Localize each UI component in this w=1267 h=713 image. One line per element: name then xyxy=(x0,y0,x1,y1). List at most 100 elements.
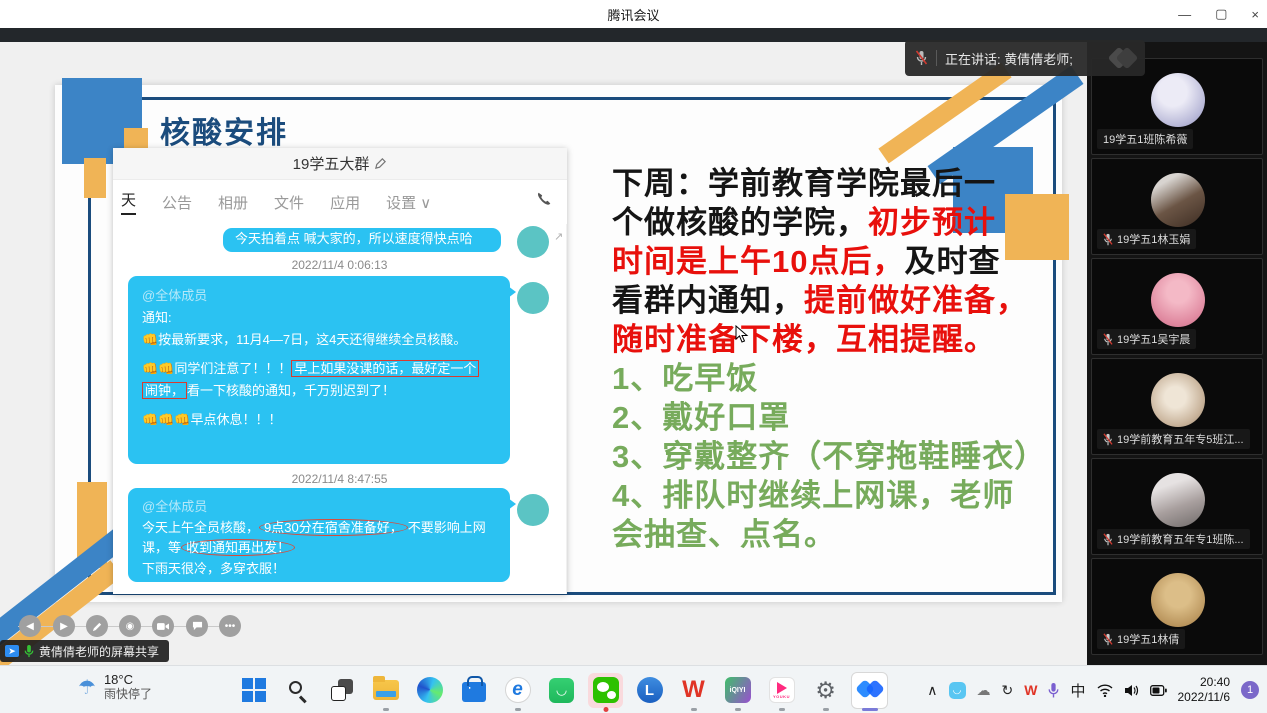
chat-bubble-notice: @全体成员 通知: 👊按最新要求，11月4—7日，这4天还得继续全员核酸。 👊👊… xyxy=(128,276,510,464)
taskbar-clock[interactable]: 20:40 2022/11/6 xyxy=(1178,675,1231,705)
camera-button[interactable] xyxy=(152,615,174,637)
ime-indicator[interactable]: 中 xyxy=(1070,680,1085,701)
participant-avatar xyxy=(1151,273,1205,327)
qq-tray-icon[interactable]: ◡ xyxy=(949,682,966,699)
file-explorer-button[interactable] xyxy=(372,677,399,704)
system-tray: ∧ ◡ ☁ ↻ W 中 20:40 2022/11/6 1 xyxy=(927,666,1259,713)
spotlight-button[interactable]: ◉ xyxy=(119,615,141,637)
notice-segment: 看群内通知， xyxy=(612,283,804,318)
mic-muted-icon xyxy=(1103,533,1113,546)
mic-muted-icon xyxy=(1103,633,1113,646)
chat-tab-bar: 天 公告 相册 文件 应用 设置 ∨ xyxy=(113,180,567,224)
wps-icon: W xyxy=(682,677,705,703)
notice-list-item: 会抽查、点名。 xyxy=(612,517,836,552)
previous-page-button[interactable]: ◀ xyxy=(19,615,41,637)
lenovo-app-button[interactable]: L xyxy=(636,677,663,704)
participant-avatar xyxy=(1151,473,1205,527)
notice-segment: 初步预计 xyxy=(868,205,996,240)
umbrella-icon: ☂ xyxy=(78,675,96,700)
mic-muted-icon xyxy=(1103,433,1113,446)
participant-tile[interactable]: 19学五1林倩 xyxy=(1091,558,1263,655)
sender-avatar xyxy=(517,282,549,314)
windows-logo-icon xyxy=(242,678,266,702)
more-button[interactable]: ••• xyxy=(219,615,241,637)
tencent-meeting-button[interactable] xyxy=(856,677,883,704)
speaking-indicator-banner: 正在讲话: 黄倩倩老师; xyxy=(905,40,1145,76)
annotate-pen-button[interactable] xyxy=(86,615,108,637)
message-line: 看一下核酸的通知，千万别迟到了！ xyxy=(187,383,395,398)
search-button[interactable] xyxy=(284,677,311,704)
participant-tile[interactable]: 19学前教育五年专1班陈... xyxy=(1091,458,1263,555)
chat-tab-apps: 应用 xyxy=(330,192,360,213)
red-annotation-box: 闹钟， xyxy=(142,382,187,399)
weather-temp: 18°C xyxy=(104,672,152,687)
e-browser-button[interactable]: e xyxy=(504,677,531,704)
participant-name: 19学前教育五年专5班江... xyxy=(1117,431,1244,447)
iqiyi-button[interactable]: iQIYI xyxy=(724,677,751,704)
participant-tile[interactable]: 19学五1吴宇晨 xyxy=(1091,258,1263,355)
bubble-tail xyxy=(508,498,516,510)
close-button[interactable]: × xyxy=(1251,7,1259,22)
participant-name: 19学五1林倩 xyxy=(1117,631,1179,647)
running-indicator xyxy=(691,708,697,711)
chat-message-area: 今天拍着点 喊大家的，所以速度得快点哈 ↗ 2022/11/4 0:06:13 … xyxy=(113,224,567,594)
notification-center-badge[interactable]: 1 xyxy=(1241,681,1259,699)
notice-list-item: 3、穿戴整齐（不穿拖鞋睡衣） xyxy=(612,439,1046,474)
participant-tile[interactable]: 19学五1林玉娟 xyxy=(1091,158,1263,255)
notice-segment: 下周：学前教育学院最后一 xyxy=(612,166,996,201)
chat-group-header: 19学五大群 xyxy=(113,148,567,180)
chat-tab-chat: 天 xyxy=(121,189,136,215)
voice-input-icon[interactable] xyxy=(1048,683,1059,698)
red-annotation-ellipse: 收到通知再出发！ xyxy=(181,539,295,556)
e-browser-icon: e xyxy=(505,677,531,703)
wechat-button[interactable] xyxy=(592,677,619,704)
wifi-icon[interactable] xyxy=(1097,684,1113,697)
mention-all: @全体成员 xyxy=(142,499,207,514)
minimize-button[interactable]: — xyxy=(1178,7,1191,22)
red-annotation-box: 早上如果没课的话，最好定一个 xyxy=(291,360,479,377)
chat-button[interactable] xyxy=(186,615,208,637)
taskbar-app-icons: e ◡ L W iQIYI YOUKU ⚙ xyxy=(240,666,883,713)
taskbar-weather-widget[interactable]: ☂ 18°C 雨快停了 xyxy=(78,672,152,702)
wps-tray-icon[interactable]: W xyxy=(1024,682,1037,698)
wps-button[interactable]: W xyxy=(680,677,707,704)
task-view-button[interactable] xyxy=(328,677,355,704)
next-page-button[interactable]: ▶ xyxy=(53,615,75,637)
chat-timestamp: 2022/11/4 8:47:55 xyxy=(113,472,566,486)
running-indicator xyxy=(823,708,829,711)
participant-tile[interactable]: 19学前教育五年专5班江... xyxy=(1091,358,1263,455)
tencent-meeting-icon xyxy=(858,680,882,700)
microsoft-store-button[interactable] xyxy=(460,677,487,704)
bubble-tail xyxy=(508,286,516,298)
battery-icon[interactable] xyxy=(1150,685,1167,696)
tencent-meeting-window: 腾讯会议 — ▢ × 核酸安排 19学五大群 天 xyxy=(0,0,1267,713)
volume-icon[interactable] xyxy=(1124,684,1139,697)
chat-tab-files: 文件 xyxy=(274,192,304,213)
message-line: 👊👊👊早点休息！！！ xyxy=(142,412,282,427)
message-line: 不要影响上网 xyxy=(408,520,486,535)
pen-icon xyxy=(92,621,103,632)
edge-browser-button[interactable] xyxy=(416,677,443,704)
onedrive-cloud-icon[interactable]: ☁ xyxy=(977,682,991,699)
sender-avatar xyxy=(517,494,549,526)
camera-icon xyxy=(157,622,169,631)
start-button[interactable] xyxy=(240,677,267,704)
participant-avatar xyxy=(1151,73,1205,127)
settings-button[interactable]: ⚙ xyxy=(812,677,839,704)
mic-muted-icon xyxy=(1103,233,1113,246)
chat-tab-announcement: 公告 xyxy=(162,192,192,213)
windows-taskbar: ☂ 18°C 雨快停了 e ◡ L W iQIYI YOUKU ⚙ ∧ ◡ xyxy=(0,665,1267,713)
chat-bubble-clipped: 今天拍着点 喊大家的，所以速度得快点哈 xyxy=(223,228,501,252)
restore-button[interactable]: ▢ xyxy=(1215,6,1227,22)
green-bag-icon: ◡ xyxy=(549,678,574,703)
screen-share-status[interactable]: ➤ 黄倩倩老师的屏幕共享 xyxy=(0,640,169,662)
participant-avatar xyxy=(1151,173,1205,227)
chat-tab-settings: 设置 ∨ xyxy=(386,192,431,213)
mention-all: @全体成员 xyxy=(142,288,207,303)
participant-avatar xyxy=(1151,373,1205,427)
sync-icon[interactable]: ↻ xyxy=(1002,682,1014,699)
green-store-button[interactable]: ◡ xyxy=(548,677,575,704)
l-app-icon: L xyxy=(637,677,663,703)
youku-button[interactable]: YOUKU xyxy=(768,677,795,704)
tray-chevron-icon[interactable]: ∧ xyxy=(927,682,937,699)
